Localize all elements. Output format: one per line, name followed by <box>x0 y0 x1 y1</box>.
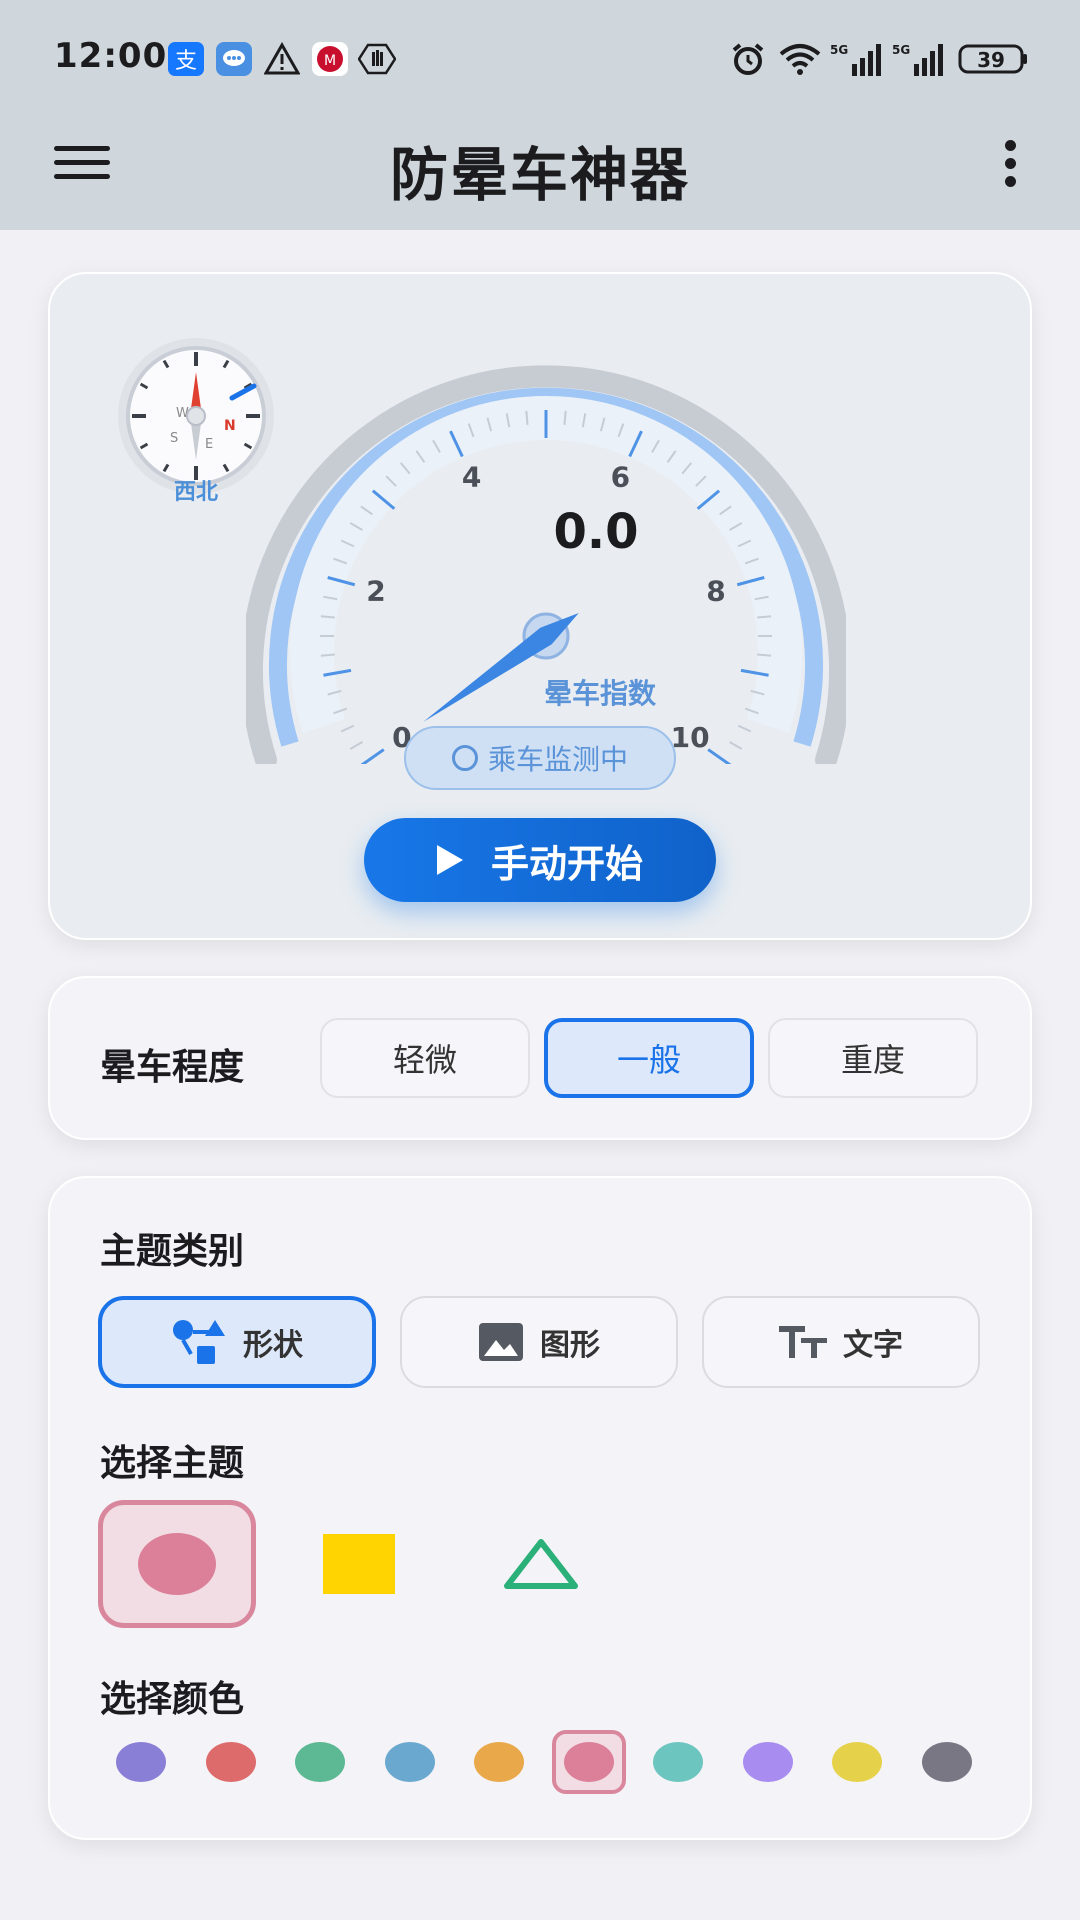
color-dot <box>832 1742 882 1782</box>
hand-icon <box>358 43 396 75</box>
color-dot <box>653 1742 703 1782</box>
category-text-label: 文字 <box>843 1328 903 1363</box>
category-text-button[interactable]: 文字 <box>702 1296 980 1388</box>
wifi-icon <box>779 44 821 75</box>
signal-5g-icon-2: 5G <box>892 43 943 76</box>
compass-letter-n: N <box>224 418 236 434</box>
app-title: 防晕车神器 <box>389 141 690 209</box>
monitoring-status-text: 乘车监测中 <box>487 743 628 776</box>
gauge-tick <box>349 741 363 750</box>
color-dot <box>116 1742 166 1782</box>
triangle-shape-icon <box>504 1539 578 1589</box>
gauge-tick-label: 4 <box>462 460 481 493</box>
theme-option-square[interactable] <box>280 1500 438 1628</box>
manual-start-button[interactable]: 手动开始 <box>364 818 716 902</box>
theme-category-title: 主题类别 <box>100 1231 245 1272</box>
gauge-tick <box>707 748 732 764</box>
level-option-severe[interactable]: 重度 <box>768 1018 978 1098</box>
theme-option-circle[interactable] <box>98 1500 256 1628</box>
category-image-label: 图形 <box>540 1328 600 1363</box>
color-dot <box>295 1742 345 1782</box>
color-swatch[interactable] <box>910 1730 984 1794</box>
theme-option-triangle[interactable] <box>462 1500 620 1628</box>
color-dot <box>205 1742 256 1782</box>
gauge-card: N E S W 西北 0 2 4 6 8 10 0.0 晕车指数 乘车监测中 手动开始 <box>48 272 1032 940</box>
svg-text:5G: 5G <box>892 43 910 57</box>
gauge-label: 晕车指数 <box>543 677 656 710</box>
play-icon <box>436 845 463 875</box>
gauge-tick <box>320 615 335 619</box>
category-shape-label: 形状 <box>243 1328 303 1363</box>
color-swatch[interactable] <box>373 1730 447 1794</box>
status-time: 12:00 <box>54 36 168 76</box>
gauge-tick <box>737 724 752 733</box>
level-option-mild[interactable]: 轻微 <box>320 1018 530 1098</box>
svg-text:5G: 5G <box>830 43 848 57</box>
gauge-tick <box>563 410 567 425</box>
square-shape-icon <box>323 1534 395 1594</box>
circle-shape-icon <box>138 1533 216 1595</box>
gauge-tick <box>340 724 355 733</box>
gauge-tick-label: 6 <box>611 460 630 493</box>
message-icon <box>216 42 252 76</box>
more-options-button[interactable] <box>992 140 1028 190</box>
color-dot <box>474 1742 524 1782</box>
color-swatch[interactable] <box>104 1730 178 1794</box>
gauge-tick-label: 2 <box>366 574 385 607</box>
color-dot <box>742 1742 793 1782</box>
color-dot <box>921 1742 972 1782</box>
gauge-tick <box>757 653 772 657</box>
theme-card: 主题类别 形状 图形 文字 选择主题 选择颜色 <box>48 1176 1032 1840</box>
color-swatch[interactable] <box>731 1730 805 1794</box>
gauge-tick <box>525 410 529 425</box>
color-swatch[interactable] <box>641 1730 715 1794</box>
gauge-value: 0.0 <box>553 504 639 560</box>
color-swatch[interactable] <box>551 1730 626 1794</box>
svg-text:M: M <box>324 53 336 69</box>
manual-start-label: 手动开始 <box>490 841 643 886</box>
monitor-badge-icon <box>451 745 478 771</box>
shapes-icon <box>173 1320 225 1364</box>
alarm-icon <box>732 43 764 75</box>
bank-icon: M <box>312 42 348 76</box>
sickness-level-card: 晕车程度 轻微 一般 重度 <box>48 976 1032 1140</box>
image-icon <box>479 1323 523 1361</box>
text-format-icon <box>779 1326 827 1358</box>
color-dot <box>563 1742 614 1782</box>
color-swatch[interactable] <box>194 1730 268 1794</box>
battery-icon: 39 <box>958 44 1027 74</box>
compass-letter-e: E <box>205 437 213 452</box>
choose-theme-title: 选择主题 <box>100 1443 245 1484</box>
sickness-level-title: 晕车程度 <box>100 1047 245 1088</box>
gauge-tick-label: 8 <box>706 574 725 607</box>
alipay-icon: 支 <box>168 42 204 76</box>
category-image-button[interactable]: 图形 <box>400 1296 678 1388</box>
svg-text:支: 支 <box>175 49 197 74</box>
color-swatch[interactable] <box>820 1730 894 1794</box>
color-swatch[interactable] <box>283 1730 357 1794</box>
warning-icon <box>264 42 300 75</box>
compass-letter-s: S <box>170 431 178 446</box>
gauge-tick <box>757 615 772 619</box>
gauge-tick <box>729 741 743 750</box>
choose-color-title: 选择颜色 <box>100 1679 245 1720</box>
signal-5g-icon-1: 5G <box>830 43 881 76</box>
gauge-tick <box>320 653 335 657</box>
monitoring-status-pill: 乘车监测中 <box>404 726 676 790</box>
gauge-tick <box>360 748 385 764</box>
category-shape-button[interactable]: 形状 <box>98 1296 376 1388</box>
top-bar: 12:00 支 M 5G 5G 39 防晕车神器 <box>0 0 1080 230</box>
gauge-tick-label: 10 <box>671 721 710 754</box>
level-option-normal[interactable]: 一般 <box>544 1018 754 1098</box>
color-dot <box>384 1742 435 1782</box>
battery-level: 39 <box>977 48 1005 72</box>
color-swatch[interactable] <box>462 1730 536 1794</box>
status-bar: 12:00 支 M 5G 5G 39 <box>0 0 1080 110</box>
